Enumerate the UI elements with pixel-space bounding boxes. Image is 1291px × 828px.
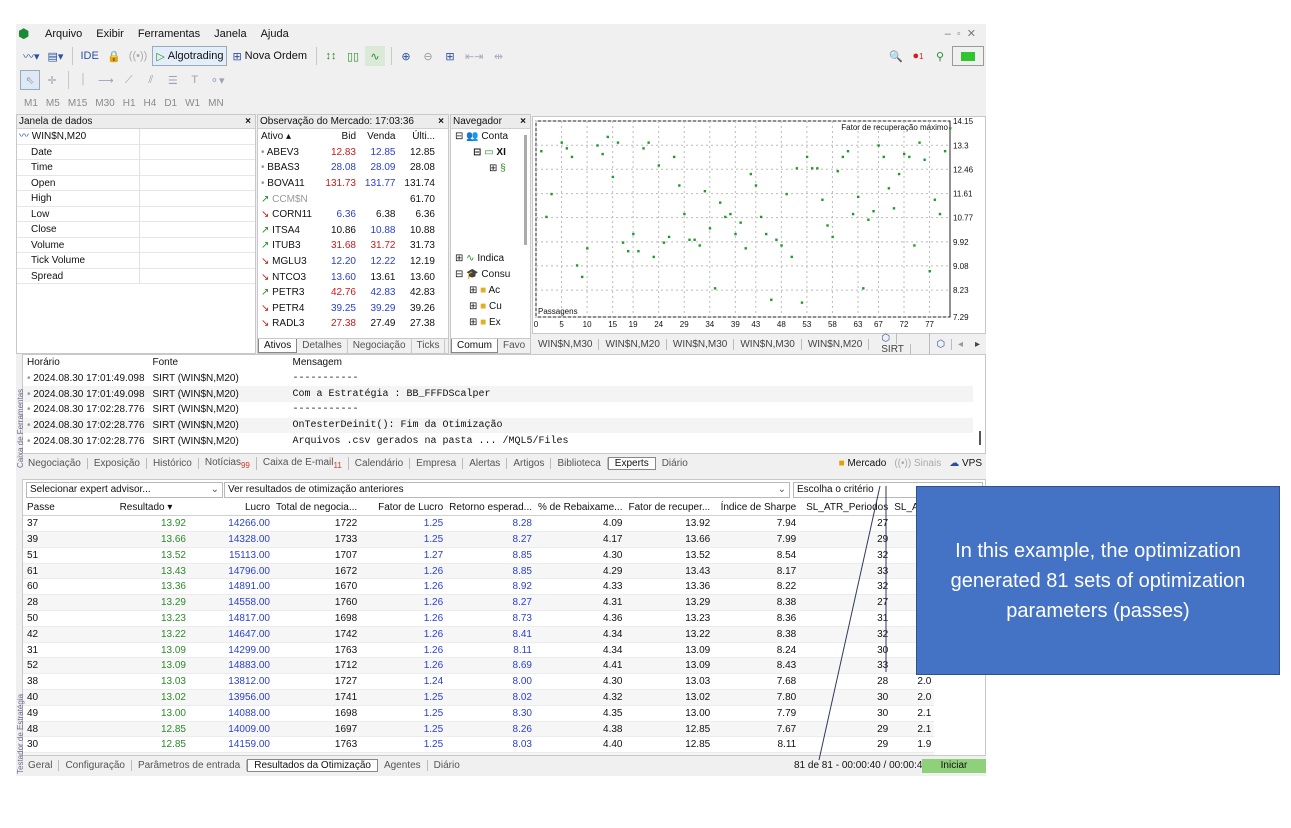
callout-pointer xyxy=(818,485,887,761)
callout-line xyxy=(818,485,881,761)
annotation-callout: In this example, the optimization genera… xyxy=(916,486,1280,675)
